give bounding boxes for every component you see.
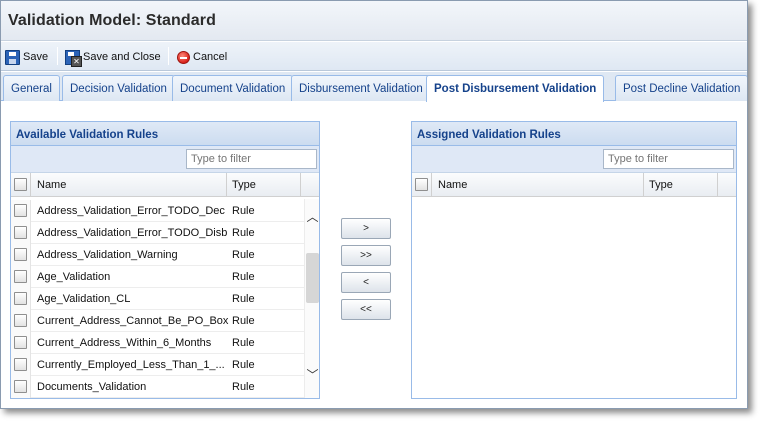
toolbar-separator (168, 47, 169, 65)
rule-name: Address_Validation_Warning (37, 249, 178, 261)
row-checkbox-cell (11, 244, 31, 266)
available-rules-list: Address_Validation_Error_TODO_Dec Rule A… (11, 199, 304, 398)
header-checkbox-cell (412, 173, 432, 196)
table-row[interactable]: Current_Address_Within_6_Months Rule (11, 332, 304, 354)
row-checkbox[interactable] (14, 248, 27, 261)
row-checkbox-cell (11, 266, 31, 288)
assigned-rules-panel: Assigned Validation Rules Name Type (411, 121, 737, 399)
table-row[interactable]: Current_Address_Cannot_Be_PO_Box Rule (11, 310, 304, 332)
row-checkbox-cell (11, 288, 31, 310)
table-row[interactable]: Age_Validation_CL Rule (11, 288, 304, 310)
table-row[interactable]: Address_Validation_Error_TODO_Dec Rule (11, 200, 304, 222)
rule-type: Rule (232, 293, 255, 305)
available-rules-title: Available Validation Rules (11, 122, 319, 146)
row-checkbox-cell (11, 222, 31, 244)
available-filter-input[interactable] (186, 149, 317, 169)
rule-name: Age_Validation_CL (37, 293, 131, 305)
rule-type: Rule (232, 249, 255, 261)
table-row[interactable]: Address_Validation_Error_TODO_Disb Rule (11, 222, 304, 244)
row-checkbox[interactable] (14, 204, 27, 217)
assigned-filter-input[interactable] (603, 149, 734, 169)
rule-name: Address_Validation_Error_TODO_Disb (37, 227, 228, 239)
row-checkbox-cell (11, 376, 31, 398)
available-rules-panel: Available Validation Rules Name Type Add… (10, 121, 320, 399)
rule-name: Currently_Employed_Less_Than_1_... (37, 359, 225, 371)
rule-name: Current_Address_Cannot_Be_PO_Box (37, 315, 229, 327)
column-divider (226, 173, 227, 196)
column-header-type[interactable]: Type (649, 179, 673, 191)
row-checkbox[interactable] (14, 314, 27, 327)
save-and-close-button[interactable]: Save and Close (65, 48, 161, 67)
cancel-button[interactable]: Cancel (177, 48, 227, 66)
tab-post-decline-validation[interactable]: Post Decline Validation (615, 75, 747, 101)
cancel-circle-icon (177, 50, 190, 64)
assigned-filter-bar (412, 146, 736, 173)
rule-type: Rule (232, 315, 255, 327)
column-divider (717, 173, 718, 196)
rule-name: Documents_Validation (37, 381, 147, 393)
add-all-button[interactable]: >> (341, 245, 391, 266)
toolbar: Save Save and Close Cancel (1, 42, 747, 71)
select-all-checkbox[interactable] (14, 178, 27, 191)
table-row[interactable]: Documents_Validation Rule (11, 376, 304, 398)
rule-type: Rule (232, 337, 255, 349)
floppy-close-icon (65, 49, 82, 67)
row-checkbox[interactable] (14, 292, 27, 305)
column-divider (300, 173, 301, 196)
row-checkbox-cell (11, 200, 31, 222)
save-and-close-label: Save and Close (83, 51, 161, 63)
rule-type: Rule (232, 381, 255, 393)
table-row[interactable]: Currently_Employed_Less_Than_1_... Rule (11, 354, 304, 376)
chevron-up-icon[interactable]: ︿ (306, 211, 319, 223)
row-checkbox[interactable] (14, 270, 27, 283)
header-checkbox-cell (11, 173, 31, 196)
save-label: Save (23, 51, 49, 63)
table-row[interactable]: Address_Validation_Warning Rule (11, 244, 304, 266)
select-all-checkbox[interactable] (415, 178, 428, 191)
assigned-rules-list (412, 199, 736, 398)
vertical-scrollbar[interactable]: ︿ ﹀ (304, 199, 319, 398)
row-checkbox[interactable] (14, 336, 27, 349)
floppy-disk-icon (5, 49, 20, 65)
scrollbar-thumb[interactable] (306, 253, 319, 303)
row-checkbox-cell (11, 310, 31, 332)
tab-disbursement-validation[interactable]: Disbursement Validation (291, 75, 431, 101)
cancel-label: Cancel (193, 51, 228, 63)
column-header-type[interactable]: Type (232, 179, 256, 191)
title-bar: Validation Model: Standard (1, 1, 747, 41)
rule-type: Rule (232, 227, 255, 239)
toolbar-separator (57, 47, 58, 65)
available-grid-header: Name Type (11, 173, 319, 197)
assigned-rules-title: Assigned Validation Rules (412, 122, 736, 146)
tab-general[interactable]: General (3, 75, 60, 101)
rule-type: Rule (232, 359, 255, 371)
rule-name: Current_Address_Within_6_Months (37, 337, 212, 349)
row-checkbox[interactable] (14, 358, 27, 371)
tab-strip: General Decision Validation Document Val… (1, 72, 747, 102)
row-checkbox[interactable] (14, 380, 27, 393)
save-button[interactable]: Save (5, 48, 48, 66)
tab-decision-validation[interactable]: Decision Validation (62, 75, 175, 101)
rule-name: Age_Validation (37, 271, 111, 283)
chevron-down-icon[interactable]: ﹀ (306, 369, 319, 381)
table-row[interactable]: Age_Validation Rule (11, 266, 304, 288)
row-checkbox-cell (11, 332, 31, 354)
validation-model-window: Validation Model: Standard Save Save and… (0, 0, 748, 409)
available-filter-bar (11, 146, 319, 173)
column-header-name[interactable]: Name (438, 179, 467, 191)
window-title: Validation Model: Standard (8, 12, 216, 29)
tab-document-validation[interactable]: Document Validation (172, 75, 294, 101)
row-checkbox-cell (11, 354, 31, 376)
row-checkbox[interactable] (14, 226, 27, 239)
column-header-name[interactable]: Name (37, 179, 66, 191)
rule-type: Rule (232, 271, 255, 283)
column-divider (643, 173, 644, 196)
add-selected-button[interactable]: > (341, 218, 391, 239)
rule-name: Address_Validation_Error_TODO_Dec (37, 205, 225, 217)
assigned-grid-header: Name Type (412, 173, 736, 197)
remove-all-button[interactable]: << (341, 299, 391, 320)
rule-type: Rule (232, 205, 255, 217)
tab-post-disbursement-validation[interactable]: Post Disbursement Validation (426, 75, 605, 102)
remove-selected-button[interactable]: < (341, 272, 391, 293)
